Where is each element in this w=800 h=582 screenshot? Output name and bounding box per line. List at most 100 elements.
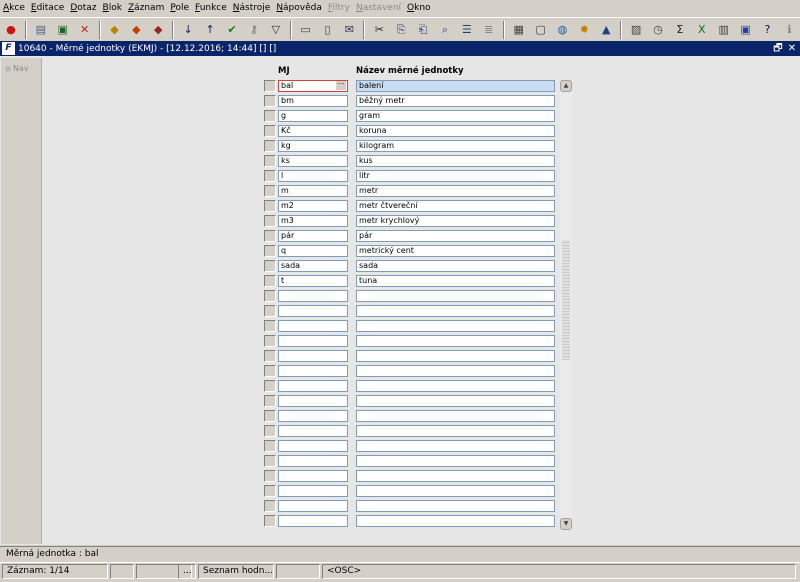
info-icon[interactable]: ℹ — [780, 21, 798, 39]
nazev-field[interactable]: metr — [356, 185, 555, 197]
mj-field[interactable] — [278, 470, 348, 482]
list-icon[interactable]: ≣ — [480, 21, 498, 39]
row-selector[interactable] — [264, 80, 276, 92]
menu-akce[interactable]: Akce — [0, 0, 28, 16]
menu-nastavení[interactable]: Nastavení — [353, 0, 404, 16]
help-info-icon[interactable]: ▣ — [737, 21, 755, 39]
row-selector[interactable] — [264, 410, 276, 422]
menu-blok[interactable]: Blok — [100, 0, 125, 16]
row-selector[interactable] — [264, 260, 276, 272]
mj-field[interactable] — [278, 380, 348, 392]
mj-field[interactable]: Kč — [278, 125, 348, 137]
mj-field[interactable]: g — [278, 110, 348, 122]
nazev-field[interactable] — [356, 350, 555, 362]
row-selector[interactable] — [264, 185, 276, 197]
row-selector[interactable] — [264, 305, 276, 317]
menu-pole[interactable]: Pole — [167, 0, 192, 16]
nazev-field[interactable] — [356, 305, 555, 317]
mj-field[interactable] — [278, 440, 348, 452]
enter-query-icon[interactable]: ◆ — [106, 21, 124, 39]
row-selector[interactable] — [264, 335, 276, 347]
nazev-field[interactable] — [356, 320, 555, 332]
menu-funkce[interactable]: Funkce — [192, 0, 230, 16]
find-icon[interactable]: ⌕ — [436, 21, 454, 39]
menu-záznam[interactable]: Záznam — [125, 0, 167, 16]
row-selector[interactable] — [264, 440, 276, 452]
mj-field[interactable] — [278, 290, 348, 302]
row-selector[interactable] — [264, 215, 276, 227]
mj-field[interactable] — [278, 455, 348, 467]
nazev-field[interactable] — [356, 515, 555, 527]
globe-icon[interactable]: ◍ — [553, 21, 571, 39]
scroll-thumb[interactable] — [562, 240, 570, 360]
row-selector[interactable] — [264, 245, 276, 257]
nazev-field[interactable]: koruna — [356, 125, 555, 137]
row-selector[interactable] — [264, 110, 276, 122]
sort-descending-icon[interactable]: ↑ — [201, 21, 219, 39]
nazev-field[interactable]: balení — [356, 80, 555, 92]
mj-field[interactable]: l — [278, 170, 348, 182]
lov-button[interactable]: ··· — [336, 81, 346, 90]
clock-icon[interactable]: ◷ — [649, 21, 667, 39]
row-selector[interactable] — [264, 275, 276, 287]
chart-export-icon[interactable]: ▥ — [715, 21, 733, 39]
row-selector[interactable] — [264, 170, 276, 182]
close-icon[interactable]: ✕ — [786, 42, 798, 55]
document-icon[interactable]: ▢ — [532, 21, 550, 39]
nazev-field[interactable] — [356, 290, 555, 302]
mj-field[interactable]: ks — [278, 155, 348, 167]
nazev-field[interactable] — [356, 365, 555, 377]
mj-field[interactable] — [278, 515, 348, 527]
nazev-field[interactable]: sada — [356, 260, 555, 272]
nazev-field[interactable] — [356, 485, 555, 497]
row-selector[interactable] — [264, 500, 276, 512]
print-icon[interactable]: ▭ — [297, 21, 315, 39]
row-selector[interactable] — [264, 365, 276, 377]
nazev-field[interactable]: pár — [356, 230, 555, 242]
save-icon[interactable]: ▣ — [54, 21, 72, 39]
mj-field[interactable] — [278, 305, 348, 317]
mj-field[interactable]: q — [278, 245, 348, 257]
scroll-down-icon[interactable]: ▼ — [560, 518, 572, 530]
row-selector[interactable] — [264, 125, 276, 137]
row-selector[interactable] — [264, 485, 276, 497]
restore-icon[interactable]: 🗗 — [772, 42, 784, 55]
print-preview-icon[interactable]: ▯ — [319, 21, 337, 39]
delete-record-icon[interactable]: ✕ — [76, 21, 94, 39]
row-selector[interactable] — [264, 380, 276, 392]
star-icon[interactable]: ✸ — [575, 21, 593, 39]
mj-field[interactable]: m — [278, 185, 348, 197]
nazev-field[interactable] — [356, 410, 555, 422]
excel-icon[interactable]: X — [693, 21, 711, 39]
nazev-field[interactable]: běžný metr — [356, 95, 555, 107]
calculator-icon[interactable]: ▦ — [510, 21, 528, 39]
mj-field[interactable] — [278, 335, 348, 347]
mj-field[interactable] — [278, 365, 348, 377]
mj-field[interactable] — [278, 395, 348, 407]
cancel-query-icon[interactable]: ◆ — [149, 21, 167, 39]
row-selector[interactable] — [264, 320, 276, 332]
mj-field[interactable] — [278, 500, 348, 512]
commit-icon[interactable]: ✔ — [223, 21, 241, 39]
row-selector[interactable] — [264, 230, 276, 242]
menu-nástroje[interactable]: Nástroje — [230, 0, 274, 16]
nazev-field[interactable] — [356, 455, 555, 467]
row-selector[interactable] — [264, 425, 276, 437]
nazev-field[interactable] — [356, 380, 555, 392]
nazev-field[interactable]: gram — [356, 110, 555, 122]
row-selector[interactable] — [264, 395, 276, 407]
window-titlebar[interactable]: F 10640 - Měrné jednotky (EKMJ) - [12.12… — [0, 41, 800, 56]
mj-field[interactable] — [278, 485, 348, 497]
row-selector[interactable] — [264, 350, 276, 362]
menu-editace[interactable]: Editace — [28, 0, 67, 16]
mj-field[interactable]: pár — [278, 230, 348, 242]
chart-icon[interactable]: ▨ — [627, 21, 645, 39]
mj-field[interactable] — [278, 320, 348, 332]
indent-icon[interactable]: ☰ — [458, 21, 476, 39]
nazev-field[interactable] — [356, 440, 555, 452]
help-icon[interactable]: ? — [759, 21, 777, 39]
nazev-field[interactable]: kilogram — [356, 140, 555, 152]
vertical-scrollbar[interactable]: ▲ ▼ — [560, 80, 572, 530]
nav-button[interactable]: Nav — [5, 64, 29, 73]
menu-filtry[interactable]: Filtry — [325, 0, 353, 16]
